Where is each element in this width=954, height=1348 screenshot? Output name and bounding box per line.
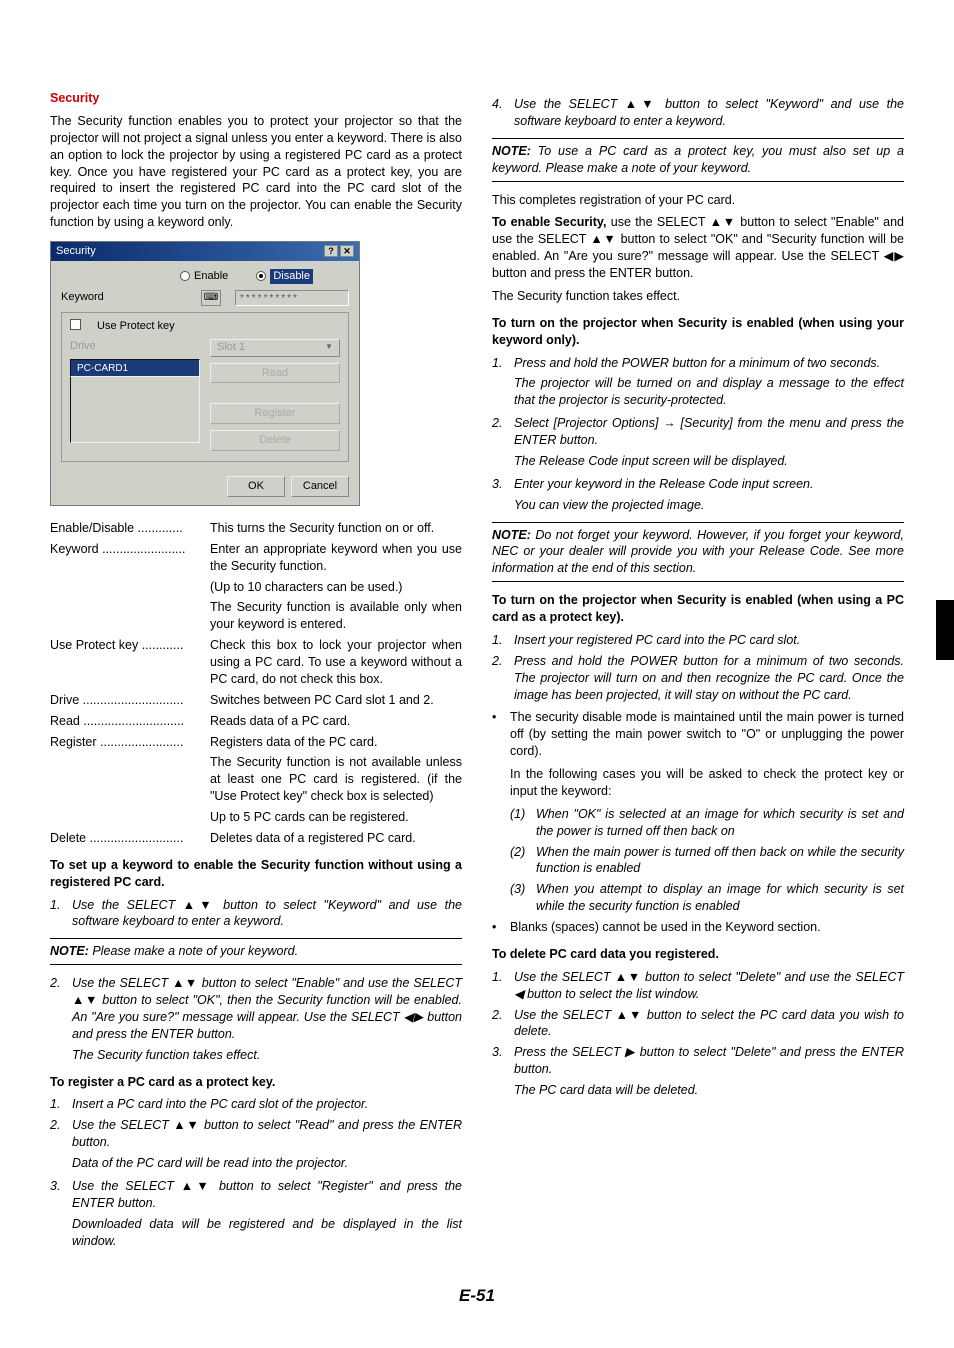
- chevron-down-icon: ▼: [325, 342, 333, 353]
- keyword-label: Keyword: [61, 290, 191, 305]
- enable-radio[interactable]: Enable: [180, 269, 228, 284]
- intro-text: The Security function enables you to pro…: [50, 113, 462, 231]
- register-button[interactable]: Register: [210, 403, 340, 424]
- dialog-title: Security: [56, 244, 96, 259]
- slot-dropdown[interactable]: Slot 1 ▼: [210, 339, 340, 357]
- keyword-field[interactable]: **********: [235, 290, 349, 306]
- definitions: Enable/Disable .............This turns t…: [50, 520, 462, 847]
- delete-heading: To delete PC card data you registered.: [492, 946, 904, 963]
- drive-label: Drive: [70, 339, 200, 354]
- bullet-icon: •: [492, 709, 510, 760]
- read-button[interactable]: Read: [210, 363, 340, 384]
- titlebar: Security ? ✕: [51, 242, 359, 261]
- turnon-kw-heading: To turn on the projector when Security i…: [492, 315, 904, 349]
- right-column: 4.Use the SELECT ▲▼ button to select "Ke…: [492, 90, 904, 1255]
- register-heading: To register a PC card as a protect key.: [50, 1074, 462, 1091]
- bullet-icon: •: [492, 919, 510, 936]
- left-column: Security The Security function enables y…: [50, 90, 462, 1255]
- note-2: NOTE: To use a PC card as a protect key,…: [492, 138, 904, 182]
- disable-radio[interactable]: Disable: [256, 269, 331, 284]
- section-title: Security: [50, 90, 462, 107]
- pccard-listbox[interactable]: [70, 377, 200, 443]
- note-1: NOTE: Please make a note of your keyword…: [50, 938, 462, 965]
- help-icon[interactable]: ?: [324, 245, 338, 257]
- delete-button[interactable]: Delete: [210, 430, 340, 451]
- use-protect-checkbox[interactable]: [70, 319, 87, 335]
- page-number: E-51: [50, 1285, 904, 1308]
- security-dialog: Security ? ✕ Enable Disable Keyword ⌨ **…: [50, 241, 360, 506]
- enable-para: To enable Security, use the SELECT ▲▼ bu…: [492, 214, 904, 282]
- cancel-button[interactable]: Cancel: [291, 476, 349, 497]
- page-edge-tab: [936, 600, 954, 660]
- setup-heading: To set up a keyword to enable the Securi…: [50, 857, 462, 891]
- turnon-pc-heading: To turn on the projector when Security i…: [492, 592, 904, 626]
- completes: This completes registration of your PC c…: [492, 192, 904, 209]
- pccard-list[interactable]: PC-CARD1: [70, 359, 200, 377]
- ok-button[interactable]: OK: [227, 476, 285, 497]
- note-3: NOTE: Do not forget your keyword. Howeve…: [492, 522, 904, 583]
- use-protect-label: Use Protect key: [97, 319, 175, 334]
- keyboard-icon[interactable]: ⌨: [201, 290, 221, 306]
- close-icon[interactable]: ✕: [340, 245, 354, 257]
